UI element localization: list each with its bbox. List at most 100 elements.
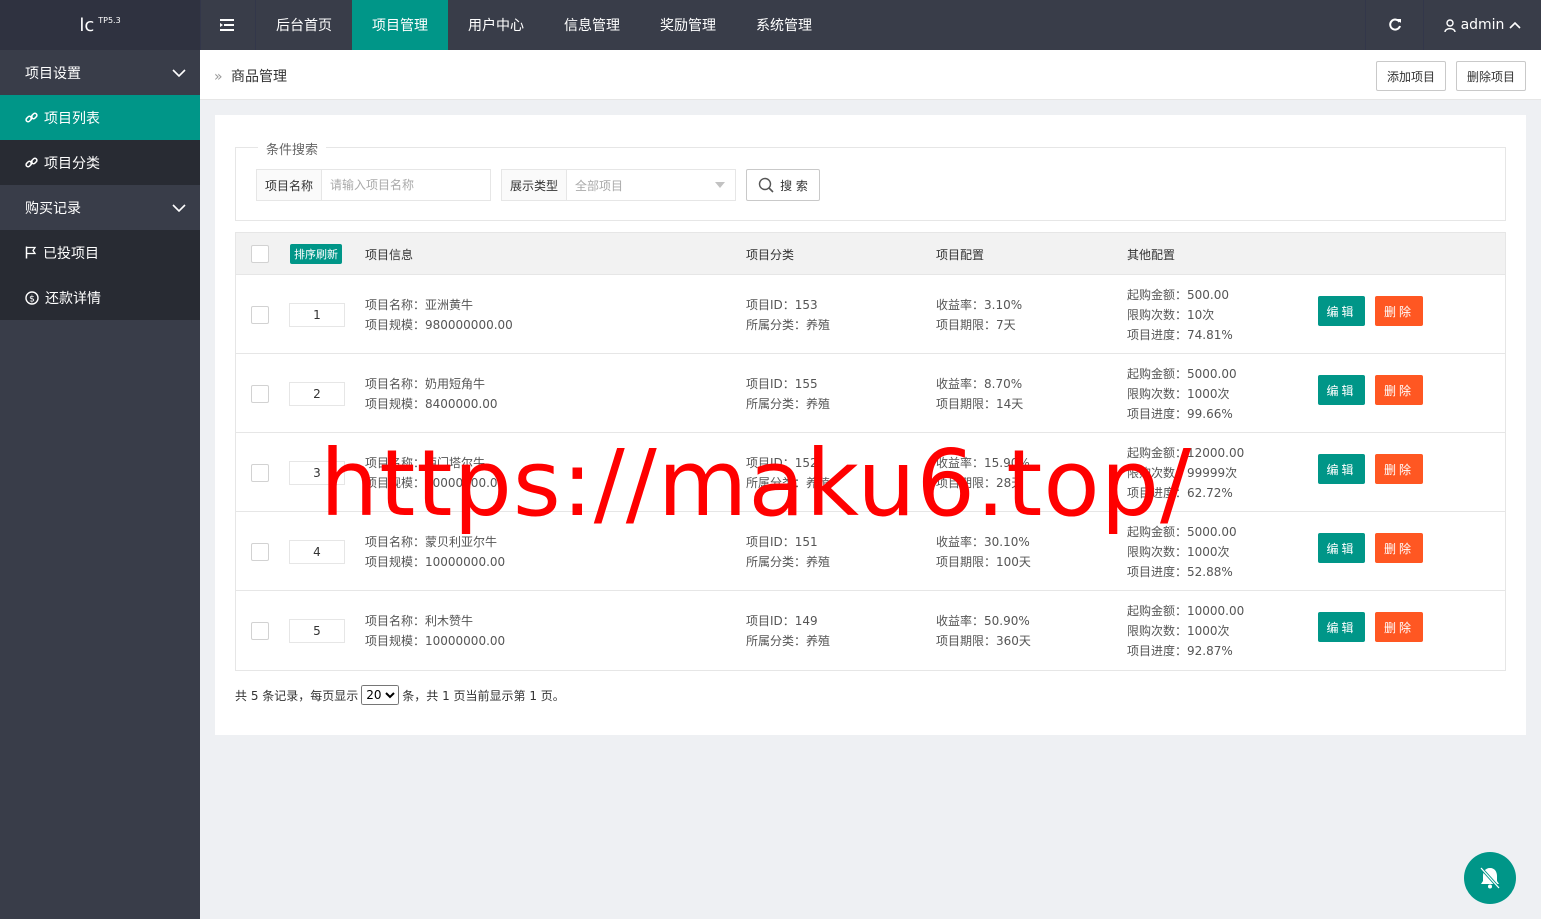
breadcrumb-bar: » 商品管理 添加项目 删除项目 [200,50,1541,100]
project-progress: 项目进度：52.88% [1127,565,1233,579]
sort-order-input[interactable]: 2 [289,382,345,406]
user-icon [1443,18,1456,32]
refresh-button[interactable] [1365,0,1423,50]
project-id: 项目ID：155 [746,377,818,391]
sidebar-item-invested-projects[interactable]: 已投项目 [0,230,200,275]
project-other-cell: 起购金额：5000.00 限购次数：1000次 项目进度：99.66% [1127,364,1237,424]
delete-project-button[interactable]: 删除项目 [1456,61,1527,91]
project-other-cell: 起购金额：10000.00 限购次数：1000次 项目进度：92.87% [1127,601,1244,661]
user-name: admin [1460,17,1505,33]
link-icon [25,157,38,168]
edit-button[interactable]: 编辑 [1318,612,1365,642]
project-name: 项目名称：亚洲黄牛 [365,298,474,312]
row-checkbox[interactable] [251,306,269,324]
svg-text:$: $ [29,294,35,304]
delete-button[interactable]: 删除 [1375,454,1423,484]
project-min-amount: 起购金额：10000.00 [1127,604,1245,618]
nav-user-center[interactable]: 用户中心 [448,0,544,50]
search-button[interactable]: 搜 索 [746,169,820,201]
edit-button[interactable]: 编辑 [1318,454,1365,484]
project-category-cell: 项目ID：153 所属分类：养殖 [746,295,830,335]
column-header-config: 项目配置 [936,248,985,262]
row-checkbox[interactable] [251,385,269,403]
sidebar-group-project-settings[interactable]: 项目设置 [0,50,200,95]
dollar-circle-icon: $ [25,290,39,305]
project-info-cell: 项目名称：利木赞牛 项目规模：10000000.00 [365,611,505,651]
logo[interactable]: lc TP5.3 [0,0,200,50]
column-header-other: 其他配置 [1127,248,1176,262]
sidebar-item-repayment-details[interactable]: $ 还款详情 [0,275,200,320]
search-fieldset: 条件搜索 项目名称 展示类型 全部项目 搜 索 [235,139,1506,221]
project-purchase-limit: 限购次数：1000次 [1127,624,1230,638]
table-row: 5 项目名称：利木赞牛 项目规模：10000000.00 项目ID：149 所属… [236,591,1505,670]
user-menu[interactable]: admin [1423,0,1541,50]
sidebar-group-label: 项目设置 [25,65,81,82]
main-card: 条件搜索 项目名称 展示类型 全部项目 搜 索 排序刷新 项目信息 项目分类 项… [215,115,1526,735]
table-row: 2 项目名称：奶用短角牛 项目规模：8400000.00 项目ID：155 所属… [236,354,1505,433]
project-category-cell: 项目ID：149 所属分类：养殖 [746,611,830,651]
chevron-down-icon [172,203,186,212]
delete-button[interactable]: 删除 [1375,296,1423,326]
project-term: 项目期限：360天 [936,634,1031,648]
sidebar-item-project-category[interactable]: 项目分类 [0,140,200,185]
nav-home[interactable]: 后台首页 [256,0,352,50]
top-right-tools: admin [1365,0,1541,50]
nav-info-management[interactable]: 信息管理 [544,0,640,50]
sort-order-input[interactable]: 1 [289,303,345,327]
delete-button[interactable]: 删除 [1375,533,1423,563]
sidebar: 项目设置 项目列表 项目分类 购买记录 已投项目 $ 还款详情 [0,50,200,919]
project-name: 项目名称：利木赞牛 [365,614,474,628]
top-nav: 后台首页 项目管理 用户中心 信息管理 奖励管理 系统管理 [256,0,832,50]
select-all-checkbox[interactable] [251,245,269,263]
column-header-category: 项目分类 [746,248,795,262]
column-header-info: 项目信息 [365,248,414,262]
project-name-input[interactable] [322,170,490,200]
project-scale: 项目规模：10000000.00 [365,555,506,569]
project-name-label: 项目名称 [257,170,322,200]
edit-button[interactable]: 编辑 [1318,375,1365,405]
display-type-value: 全部项目 [575,178,624,193]
sort-order-input[interactable]: 5 [289,619,345,643]
display-type-select[interactable]: 全部项目 [567,170,735,200]
project-category: 所属分类：养殖 [746,634,831,648]
delete-button[interactable]: 删除 [1375,375,1423,405]
project-id: 项目ID：153 [746,298,818,312]
notification-button[interactable] [1464,852,1516,904]
top-bar: lc TP5.3 后台首页 项目管理 用户中心 信息管理 奖励管理 系统管理 a… [0,0,1541,50]
menu-fold-icon [220,19,234,31]
sidebar-group-label: 购买记录 [25,200,81,217]
nav-project-management[interactable]: 项目管理 [352,0,448,50]
project-progress: 项目进度：92.87% [1127,644,1233,658]
add-project-button[interactable]: 添加项目 [1376,61,1447,91]
edit-button[interactable]: 编辑 [1318,296,1365,326]
delete-button[interactable]: 删除 [1375,612,1423,642]
logo-version: TP5.3 [98,15,121,25]
project-category: 所属分类：养殖 [746,318,831,332]
pager-suffix: 条，共 1 页当前显示第 1 页。 [402,688,565,703]
watermark: https://maku6.top/ [320,430,1193,537]
search-icon [758,177,774,193]
search-legend: 条件搜索 [258,139,327,158]
menu-toggle-button[interactable] [200,0,256,50]
project-info-cell: 项目名称：蒙贝利亚尔牛 项目规模：10000000.00 [365,532,505,572]
sort-order-input[interactable]: 4 [289,540,345,564]
refresh-icon [1388,18,1401,31]
chevron-down-icon [172,68,186,77]
row-checkbox[interactable] [251,464,269,482]
nav-reward-management[interactable]: 奖励管理 [640,0,736,50]
project-progress: 项目进度：74.81% [1127,328,1233,342]
project-config-cell: 收益率：50.90% 项目期限：360天 [936,611,1031,651]
sort-refresh-button[interactable]: 排序刷新 [290,244,342,264]
project-scale: 项目规模：8400000.00 [365,397,498,411]
sidebar-group-purchase-records[interactable]: 购买记录 [0,185,200,230]
row-checkbox[interactable] [251,543,269,561]
project-min-amount: 起购金额：500.00 [1127,288,1229,302]
sidebar-item-project-list[interactable]: 项目列表 [0,95,200,140]
row-checkbox[interactable] [251,622,269,640]
display-type-group: 展示类型 全部项目 [501,169,736,201]
project-term: 项目期限：7天 [936,318,1016,332]
edit-button[interactable]: 编辑 [1318,533,1365,563]
per-page-select[interactable]: 20 [361,685,400,705]
project-purchase-limit: 限购次数：1000次 [1127,545,1230,559]
nav-system-management[interactable]: 系统管理 [736,0,832,50]
